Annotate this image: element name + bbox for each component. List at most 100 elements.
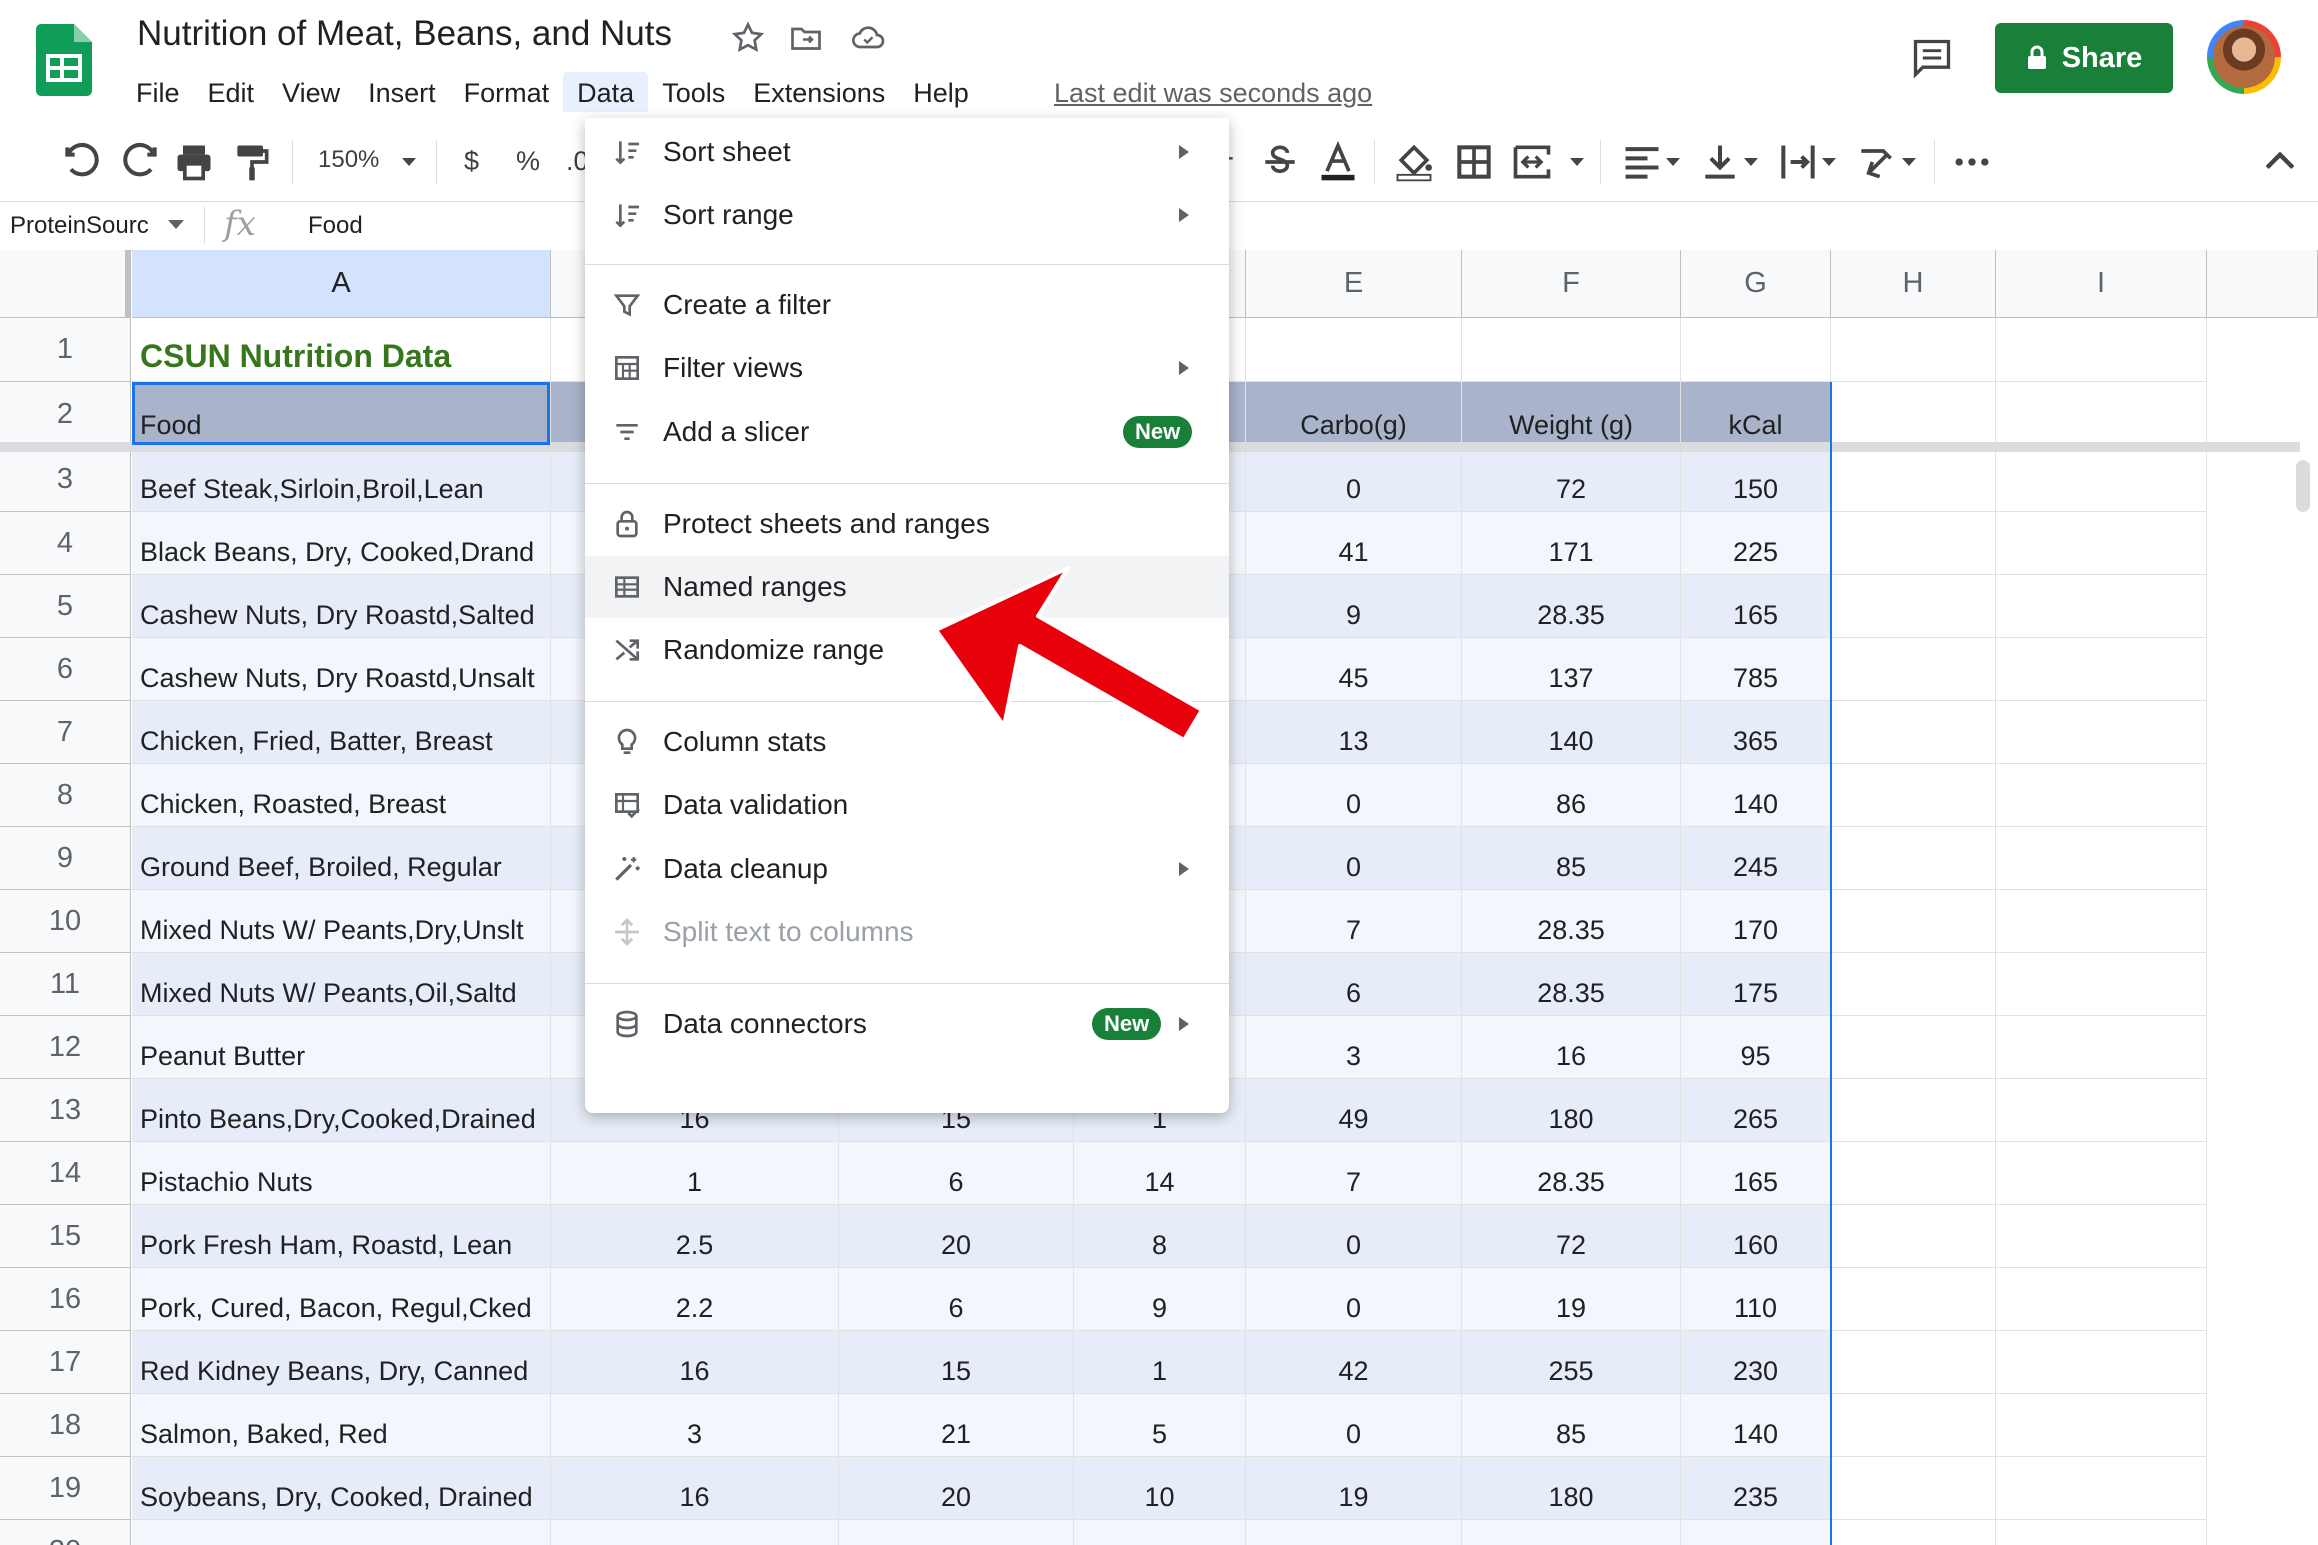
column-header[interactable]: E (1246, 250, 1462, 318)
rotation-dropdown-icon[interactable] (1902, 158, 1916, 166)
cell[interactable]: 140 (1462, 701, 1681, 764)
horizontal-align-icon[interactable] (1620, 140, 1664, 184)
cell[interactable] (1831, 1079, 1996, 1142)
cell[interactable]: 140 (1681, 764, 1831, 827)
row-header[interactable]: 12 (0, 1016, 131, 1079)
cell[interactable]: 19 (1246, 1457, 1462, 1520)
cell[interactable]: 8 (1074, 1205, 1246, 1268)
menu-edit[interactable]: Edit (194, 72, 269, 112)
row-header[interactable]: 16 (0, 1268, 131, 1331)
cell[interactable]: 28.35 (1462, 890, 1681, 953)
align-dropdown-icon[interactable] (1666, 158, 1680, 166)
cell[interactable] (839, 1520, 1074, 1545)
redo-icon[interactable] (118, 140, 162, 184)
cell[interactable]: Ground Beef, Broiled, Regular (132, 827, 551, 890)
cell[interactable] (1831, 953, 1996, 1016)
star-icon[interactable] (730, 20, 766, 56)
row-header[interactable]: 17 (0, 1331, 131, 1394)
cell[interactable]: 95 (1681, 1016, 1831, 1079)
move-to-folder-icon[interactable] (788, 20, 824, 56)
column-header[interactable]: F (1462, 250, 1681, 318)
cell[interactable]: 175 (1681, 953, 1831, 1016)
percent-format-button[interactable]: % (516, 146, 540, 177)
paint-format-icon[interactable] (230, 140, 274, 184)
cell[interactable]: Mixed Nuts W/ Peants,Oil,Saltd (132, 953, 551, 1016)
header-cell[interactable]: Carbo(g) (1246, 382, 1462, 448)
cell[interactable]: 265 (1681, 1079, 1831, 1142)
text-wrapping-icon[interactable] (1776, 140, 1820, 184)
menu-item-create-filter[interactable]: Create a filter (585, 274, 1229, 336)
header-cell[interactable]: Weight (g) (1462, 382, 1681, 448)
cell[interactable] (1996, 1142, 2207, 1205)
cell[interactable] (1996, 1457, 2207, 1520)
cell[interactable]: 7 (1246, 1142, 1462, 1205)
cell[interactable]: 165 (1681, 1142, 1831, 1205)
merge-cells-icon[interactable] (1510, 140, 1554, 184)
cell[interactable]: 137 (1462, 638, 1681, 701)
text-rotation-icon[interactable] (1854, 140, 1898, 184)
cell[interactable]: 180 (1462, 1079, 1681, 1142)
cloud-saved-icon[interactable] (850, 20, 886, 56)
cell[interactable] (1996, 1268, 2207, 1331)
column-header[interactable]: I (1996, 250, 2207, 318)
cell[interactable]: Cashew Nuts, Dry Roastd,Unsalt (132, 638, 551, 701)
row-header[interactable]: 3 (0, 448, 131, 512)
cell[interactable]: 20 (839, 1205, 1074, 1268)
formula-input[interactable]: Food (308, 212, 363, 240)
cell[interactable] (1996, 1394, 2207, 1457)
cell[interactable] (1831, 448, 1996, 512)
cell[interactable] (1996, 701, 2207, 764)
cell[interactable] (1996, 318, 2207, 382)
cell[interactable] (1831, 1142, 1996, 1205)
menu-data[interactable]: Data (563, 72, 649, 112)
cell[interactable] (1831, 638, 1996, 701)
row-header[interactable]: 5 (0, 575, 131, 638)
row-header[interactable]: 20 (0, 1520, 131, 1545)
cell[interactable]: 86 (1462, 764, 1681, 827)
cell[interactable]: 1 (551, 1142, 839, 1205)
cell[interactable] (1462, 1520, 1681, 1545)
vertical-scrollbar[interactable] (2296, 460, 2310, 512)
cell[interactable]: 6 (839, 1268, 1074, 1331)
column-header[interactable]: A (132, 250, 551, 318)
cell[interactable] (1831, 1016, 1996, 1079)
cell[interactable]: 20 (839, 1457, 1074, 1520)
borders-icon[interactable] (1452, 140, 1496, 184)
cell[interactable]: 16 (1462, 1016, 1681, 1079)
cell[interactable] (1831, 1457, 1996, 1520)
cell[interactable]: 3 (1246, 1016, 1462, 1079)
header-cell[interactable] (1831, 382, 1996, 448)
cell[interactable] (1831, 318, 1996, 382)
column-header[interactable]: G (1681, 250, 1831, 318)
cell[interactable]: 225 (1681, 512, 1831, 575)
more-options-icon[interactable] (1950, 140, 1994, 184)
cell[interactable] (1831, 512, 1996, 575)
cell[interactable]: 180 (1462, 1457, 1681, 1520)
cell[interactable]: 3 (551, 1394, 839, 1457)
cell[interactable] (1996, 1016, 2207, 1079)
cell[interactable] (1996, 638, 2207, 701)
header-cell[interactable] (1996, 382, 2207, 448)
cell[interactable]: 6 (1246, 953, 1462, 1016)
cell[interactable]: 140 (1681, 1394, 1831, 1457)
cell[interactable] (1831, 701, 1996, 764)
cell[interactable]: 255 (1462, 1331, 1681, 1394)
cell[interactable]: 230 (1681, 1331, 1831, 1394)
cell[interactable]: Mixed Nuts W/ Peants,Dry,Unslt (132, 890, 551, 953)
cell[interactable]: Pork, Cured, Bacon, Regul,Cked (132, 1268, 551, 1331)
menu-extensions[interactable]: Extensions (739, 72, 899, 112)
cell[interactable]: 365 (1681, 701, 1831, 764)
menu-file[interactable]: File (122, 72, 194, 112)
cell[interactable]: 13 (1246, 701, 1462, 764)
cell[interactable] (1996, 1331, 2207, 1394)
cell[interactable] (1246, 318, 1462, 382)
cell[interactable]: 85 (1462, 1394, 1681, 1457)
cell[interactable] (1996, 1520, 2207, 1545)
comment-history-icon[interactable] (1910, 36, 1954, 80)
cell[interactable] (1996, 1205, 2207, 1268)
cell[interactable]: Pistachio Nuts (132, 1142, 551, 1205)
header-cell[interactable]: kCal (1681, 382, 1831, 448)
cell[interactable]: 49 (1246, 1079, 1462, 1142)
last-edit-link[interactable]: Last edit was seconds ago (1054, 74, 1372, 112)
cell[interactable]: Chicken, Fried, Batter, Breast (132, 701, 551, 764)
